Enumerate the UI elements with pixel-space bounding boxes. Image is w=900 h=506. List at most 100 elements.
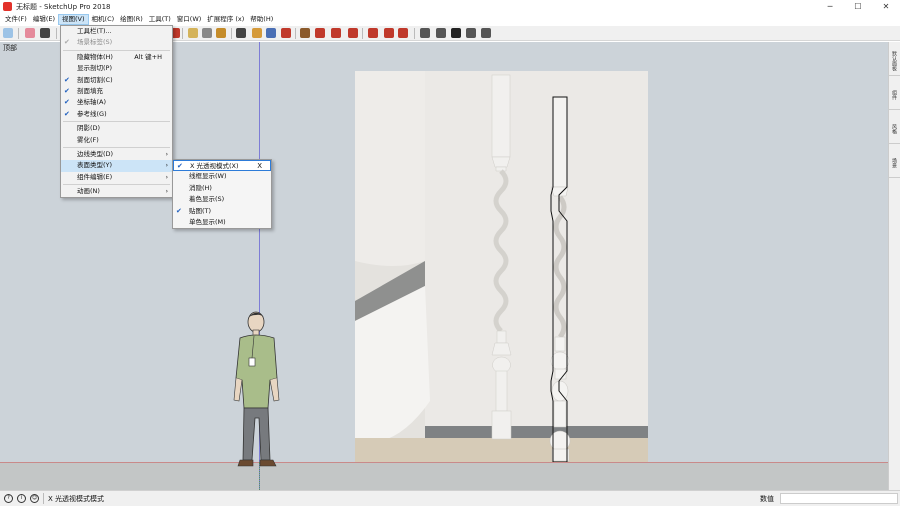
scale-figure-person[interactable]	[230, 308, 285, 470]
status-message: X 光透视模式模式	[48, 494, 105, 503]
toolbar-separator	[231, 28, 232, 39]
face-style-label: 消隐(H)	[189, 183, 212, 192]
menu-divider	[63, 184, 170, 186]
view-menu-item-label: 表面类型(Y)	[77, 161, 113, 170]
back-view-icon[interactable]	[481, 28, 491, 38]
text-icon[interactable]	[202, 28, 212, 38]
view-menu-item[interactable]: 动画(N) ›	[61, 186, 172, 197]
view-menu-item[interactable]: ✔ 剖面切割(C)	[61, 75, 172, 86]
style-xray-icon[interactable]	[368, 28, 378, 38]
view-menu-item[interactable]: 阴影(D)	[61, 123, 172, 134]
measurements-input[interactable]	[780, 493, 898, 504]
orbit-icon[interactable]	[236, 28, 246, 38]
view-menu-item-label: 剖面切割(C)	[77, 75, 113, 84]
view-menu-item[interactable]: 边线类型(D) ›	[61, 149, 172, 160]
pan-icon[interactable]	[252, 28, 262, 38]
measurements-label: 数值	[760, 495, 774, 503]
right-view-icon[interactable]	[466, 28, 476, 38]
tray-tab-3[interactable]: 场景	[889, 148, 900, 178]
close-button[interactable]: ✕	[872, 0, 900, 13]
face-style-item[interactable]: 消隐(H)	[173, 183, 271, 194]
view-menu-item[interactable]: ✔ 场景标签(S)	[61, 37, 172, 48]
view-menu-item[interactable]: 表面类型(Y) ›	[61, 160, 172, 172]
tape-measure-icon[interactable]	[188, 28, 198, 38]
face-style-label: 着色显示(S)	[189, 195, 225, 204]
default-tray-panel: 默认面板组件风格场景	[888, 42, 900, 490]
checkmark-icon: ✔	[64, 98, 70, 107]
toolbar-separator	[56, 28, 57, 39]
style-wire-icon[interactable]	[398, 28, 408, 38]
reference-photo-image[interactable]	[355, 71, 648, 462]
face-style-submenu: ✔ X 光透视模式(X) X 线框显示(W) 消隐(H) 着色显示(S) ✔ 贴图(T) 单色显…	[172, 159, 272, 230]
view-menu-item-label: 参考线(G)	[77, 109, 107, 118]
view-menu-item[interactable]: 隐藏物体(H) Alt 键+H	[61, 52, 172, 63]
view-menu-item-label: 坐标轴(A)	[77, 98, 107, 107]
view-menu-item[interactable]: ✔ 坐标轴(A)	[61, 97, 172, 108]
toolbar-separator	[295, 28, 296, 39]
menu-item-4[interactable]: 绘图(R)	[117, 14, 146, 25]
checkmark-icon: ✔	[64, 75, 70, 84]
menu-item-8[interactable]: 帮助(H)	[247, 14, 276, 25]
pencil-icon[interactable]	[40, 28, 50, 38]
zoom-icon[interactable]	[266, 28, 276, 38]
info-icon[interactable]: i	[17, 494, 26, 503]
toolbar-separator	[18, 28, 19, 39]
menu-item-3[interactable]: 相机(C)	[89, 14, 118, 25]
view-menu-item-label: 隐藏物体(H)	[77, 52, 113, 61]
menu-item-2[interactable]: 视图(V)	[58, 14, 89, 25]
minimize-button[interactable]: ─	[816, 0, 844, 13]
menu-item-7[interactable]: 扩展程序 (x)	[204, 14, 247, 25]
face-style-item[interactable]: 线框显示(W)	[173, 171, 271, 182]
layout-icon[interactable]	[331, 28, 341, 38]
menu-item-5[interactable]: 工具(T)	[146, 14, 174, 25]
warehouse-icon[interactable]	[300, 28, 310, 38]
face-style-item[interactable]: ✔ 贴图(T)	[173, 206, 271, 217]
view-menu-item-label: 组件编辑(E)	[77, 172, 113, 181]
face-style-item[interactable]: 单色显示(M)	[173, 217, 271, 228]
toolbar-separator	[182, 28, 183, 39]
menu-item-0[interactable]: 文件(F)	[2, 14, 30, 25]
top-view-icon[interactable]	[436, 28, 446, 38]
submenu-arrow-icon: ›	[165, 162, 168, 170]
view-menu-item-label: 场景标签(S)	[77, 38, 113, 47]
ruby-icon[interactable]	[348, 28, 358, 38]
face-style-label: X 光透视模式(X)	[190, 162, 239, 170]
toolbar-separator	[362, 28, 363, 39]
zoom-extents-icon[interactable]	[281, 28, 291, 38]
view-menu-item[interactable]: ✔ 参考线(G)	[61, 109, 172, 120]
submenu-arrow-icon: ›	[165, 150, 168, 158]
view-menu-item[interactable]: 显示剖切(P)	[61, 63, 172, 74]
menu-item-6[interactable]: 窗口(W)	[174, 14, 205, 25]
view-menu-item-label: 边线类型(D)	[77, 149, 114, 158]
style-back-edges-icon[interactable]	[384, 28, 394, 38]
maximize-button[interactable]: ☐	[844, 0, 872, 13]
face-style-item[interactable]: 着色显示(S)	[173, 194, 271, 205]
view-menu-item-label: 雾化(F)	[77, 135, 99, 144]
toolbar-separator	[414, 28, 415, 39]
view-menu-item[interactable]: ✔ 剖面填充	[61, 86, 172, 97]
view-menu-item[interactable]: 组件编辑(E) ›	[61, 172, 172, 183]
extension-warehouse-icon[interactable]	[315, 28, 325, 38]
view-menu-item[interactable]: 工具栏(T)...	[61, 26, 172, 37]
submenu-arrow-icon: ›	[165, 188, 168, 196]
help-icon[interactable]: ?	[4, 494, 13, 503]
tray-tab-2[interactable]: 风格	[889, 114, 900, 144]
view-menu-item[interactable]: 雾化(F)	[61, 135, 172, 146]
title-bar: 无标题 - SketchUp Pro 2018 ─ ☐ ✕	[0, 0, 900, 13]
checkmark-icon: ✔	[64, 86, 70, 95]
status-bar: ? i ☺ X 光透视模式模式 数值	[0, 490, 900, 506]
push-pull-icon[interactable]	[216, 28, 226, 38]
tray-tab-1[interactable]: 组件	[889, 80, 900, 110]
user-account-icon[interactable]: ☺	[30, 494, 39, 503]
iso-view-icon[interactable]	[420, 28, 430, 38]
eraser-icon[interactable]	[25, 28, 35, 38]
front-view-icon[interactable]	[451, 28, 461, 38]
select-icon[interactable]	[3, 28, 13, 38]
face-style-item[interactable]: ✔ X 光透视模式(X) X	[173, 160, 271, 172]
checkmark-icon: ✔	[64, 38, 70, 47]
tray-tab-0[interactable]: 默认面板	[889, 46, 900, 76]
face-style-label: 贴图(T)	[189, 206, 212, 215]
menu-item-1[interactable]: 编辑(E)	[30, 14, 58, 25]
shortcut-label: Alt 键+H	[134, 52, 162, 61]
view-menu-dropdown: 工具栏(T)... ✔ 场景标签(S) 隐藏物体(H) Alt 键+H 显示剖切(P) ✔ 剖…	[60, 25, 173, 199]
